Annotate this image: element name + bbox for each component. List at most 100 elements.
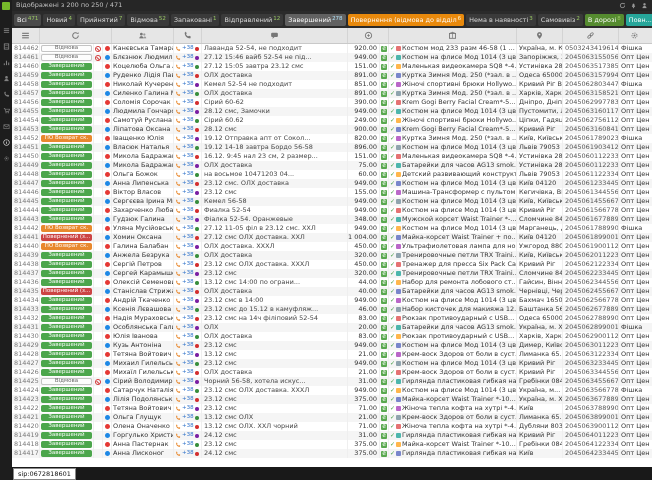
- tracking-number[interactable]: 20450611223344: [563, 170, 619, 179]
- table-row[interactable]: 814450 Завершений Микола Бадражан +38 16…: [12, 152, 652, 161]
- refresh-icon[interactable]: [619, 2, 626, 9]
- phone-icon[interactable]: [175, 415, 181, 421]
- bell-icon[interactable]: [630, 2, 637, 9]
- messenger-icon[interactable]: [195, 65, 199, 69]
- status-filter-tab[interactable]: Відправлений12: [221, 14, 283, 26]
- order-comment[interactable]: 23.12 смс ОЛХ доставка. ХХХЛ: [202, 260, 348, 269]
- phone-icon[interactable]: [175, 379, 181, 385]
- order-comment[interactable]: Сірий 60-62: [202, 98, 348, 107]
- tracking-number[interactable]: 20450635667788: [563, 386, 619, 395]
- order-comment[interactable]: 27.12 смс ОЛХ доставка. ХХЛ: [202, 233, 348, 242]
- customer-name[interactable]: Коцелюба Ольга Ар...: [112, 62, 174, 71]
- customer-name[interactable]: Ольга Божок: [112, 170, 174, 179]
- messenger-icon[interactable]: [195, 218, 199, 222]
- order-comment[interactable]: 16.12. 9:45 нал 23 см, 2 размер...: [202, 152, 348, 161]
- app-logo-icon[interactable]: [2, 2, 10, 10]
- tracking-number[interactable]: 20450631608415: [563, 125, 619, 134]
- customer-name[interactable]: Соломія Сорочак: [112, 98, 174, 107]
- phone-icon[interactable]: [175, 298, 181, 304]
- order-comment[interactable]: 23.12 смс: [202, 341, 348, 350]
- tracking-number[interactable]: 20450613445566: [563, 188, 619, 197]
- messenger-icon[interactable]: [195, 353, 199, 357]
- tracking-number[interactable]: 20450612334455: [563, 179, 619, 188]
- order-comment[interactable]: ОЛХ доставка: [202, 332, 348, 341]
- messenger-icon[interactable]: [195, 344, 199, 348]
- tracking-number[interactable]: 20450626778899: [563, 305, 619, 314]
- order-comment[interactable]: ОЛХ доставка: [202, 89, 348, 98]
- messenger-icon[interactable]: [195, 236, 199, 240]
- customer-name[interactable]: Анна Пастернак: [112, 440, 174, 449]
- order-comment[interactable]: 23.12 смс: [202, 269, 348, 278]
- tracking-number[interactable]: 20450624556677: [563, 287, 619, 296]
- messenger-icon[interactable]: [195, 308, 199, 312]
- customer-name[interactable]: Гудзюк Галина: [112, 215, 174, 224]
- product-name[interactable]: Костюм мод 233 разм 46-58 (1 ...: [402, 44, 515, 53]
- customer-name[interactable]: Власюк Наталья: [112, 143, 174, 152]
- table-row[interactable]: 814440 ПО Возврат ск. Галина Балабан +38…: [12, 242, 652, 251]
- table-row[interactable]: 814445 Завершений Сергєєва Ірина Ми... +…: [12, 197, 652, 206]
- phone-icon[interactable]: [175, 262, 181, 268]
- tracking-number[interactable]: 20450615667788: [563, 206, 619, 215]
- customer-name[interactable]: Олексій Семенович: [112, 278, 174, 287]
- table-row[interactable]: 814428 Завершений Тетяна Войтович +38 13…: [12, 350, 652, 359]
- phone-icon[interactable]: [175, 190, 181, 196]
- table-row[interactable]: 814461 Відмова Блєзнюк Людмила А... +38 …: [12, 53, 652, 62]
- order-comment[interactable]: 23.12 смс. ОЛХ доставка: [202, 179, 348, 188]
- tracking-number[interactable]: 20450619034126: [563, 143, 619, 152]
- tracking-number[interactable]: 20450627561126: [563, 116, 619, 125]
- order-comment[interactable]: 23.12 смс на 14ч філіповий 52-54: [202, 314, 348, 323]
- product-name[interactable]: Жіноча тепла кофта на хутрі *-4...: [402, 422, 516, 431]
- product-name[interactable]: Гирлянда пластиковая гибкая на...: [402, 377, 516, 386]
- product-name[interactable]: Батарейки для часов AG13 smok...: [402, 161, 516, 170]
- product-name[interactable]: Набор кисточек для макияжа 12...: [402, 305, 516, 314]
- customer-name[interactable]: Олена Оначенко: [112, 422, 174, 431]
- tracking-number[interactable]: 20450617889900: [563, 224, 619, 233]
- customer-name[interactable]: Ксенія Лєвашова: [112, 305, 174, 314]
- order-comment[interactable]: Сірий 60.62: [202, 116, 348, 125]
- phone-icon[interactable]: [175, 397, 181, 403]
- product-name[interactable]: Майка-корсет Waist Trainer + по...: [402, 233, 516, 242]
- phone-icon[interactable]: [175, 199, 181, 205]
- status-filter-tab[interactable]: В дорозі8: [585, 14, 624, 26]
- order-comment[interactable]: 19.12 14-18 завтра Бордо 56-58: [202, 143, 348, 152]
- product-name[interactable]: Батарейки для часов AG13 smok...: [402, 287, 516, 296]
- messenger-icon[interactable]: [195, 146, 199, 150]
- phone-icon[interactable]: [175, 118, 181, 124]
- messenger-icon[interactable]: [195, 227, 199, 231]
- table-row[interactable]: 814434 Завершений Андрій Ткаченко +38 23…: [12, 296, 652, 305]
- table-row[interactable]: 814426 Завершений Михаїл Гилельський +38…: [12, 368, 652, 377]
- messenger-icon[interactable]: [195, 443, 199, 447]
- phone-icon[interactable]: [175, 388, 181, 394]
- product-name[interactable]: Костюм на флисе Мод 1014 (3 цв...: [402, 53, 516, 62]
- order-comment[interactable]: на восьмое 10471203 04...: [202, 170, 348, 179]
- customer-name[interactable]: Михаїл Гилельський: [112, 368, 174, 377]
- customer-name[interactable]: Анжела Безрука: [112, 251, 174, 260]
- customer-name[interactable]: Сергей Карамышев: [112, 269, 174, 278]
- tracking-number[interactable]: 20450629977832: [563, 98, 619, 107]
- phone-icon[interactable]: [175, 181, 181, 187]
- customer-name[interactable]: Галина Балабан: [112, 242, 174, 251]
- order-comment[interactable]: 23.12 смс: [202, 395, 348, 404]
- order-comment[interactable]: 23.12 смс до 15.12 в камуфляж...: [202, 305, 348, 314]
- tracking-number[interactable]: 20450628034471: [563, 80, 619, 89]
- messenger-icon[interactable]: [195, 281, 199, 285]
- table-row[interactable]: 814448 Завершений Ольга Божок +38 на вос…: [12, 170, 652, 179]
- messenger-icon[interactable]: [195, 254, 199, 258]
- clients-icon[interactable]: [3, 67, 10, 74]
- product-name[interactable]: Костюм на флисе Мод 1014 (3 цв...: [402, 224, 516, 233]
- customer-name[interactable]: Тетяна Войтович: [112, 404, 174, 413]
- order-comment[interactable]: ОЛХ доставка: [202, 251, 348, 260]
- customer-name[interactable]: Николай Кучеренко: [112, 80, 174, 89]
- column-tracking[interactable]: [563, 28, 619, 43]
- status-filter-tab[interactable]: Нема в наявності3: [466, 14, 536, 26]
- tracking-number[interactable]: 20450634556677: [563, 377, 619, 386]
- customer-name[interactable]: Лілія Подолянська: [112, 395, 174, 404]
- customer-name[interactable]: Руденко Лідія Пав...: [112, 71, 174, 80]
- product-name[interactable]: Жіноча тепла кофта на хутрі *-4...: [402, 404, 516, 413]
- messenger-icon[interactable]: [195, 371, 199, 375]
- cart-icon[interactable]: [3, 99, 10, 106]
- orders-icon[interactable]: [3, 35, 10, 42]
- product-name[interactable]: Жіночі спортивні брюки Hollywo...: [402, 116, 516, 125]
- messenger-icon[interactable]: [195, 335, 199, 339]
- table-row[interactable]: 814431 Завершений Особлянська Галина... …: [12, 323, 652, 332]
